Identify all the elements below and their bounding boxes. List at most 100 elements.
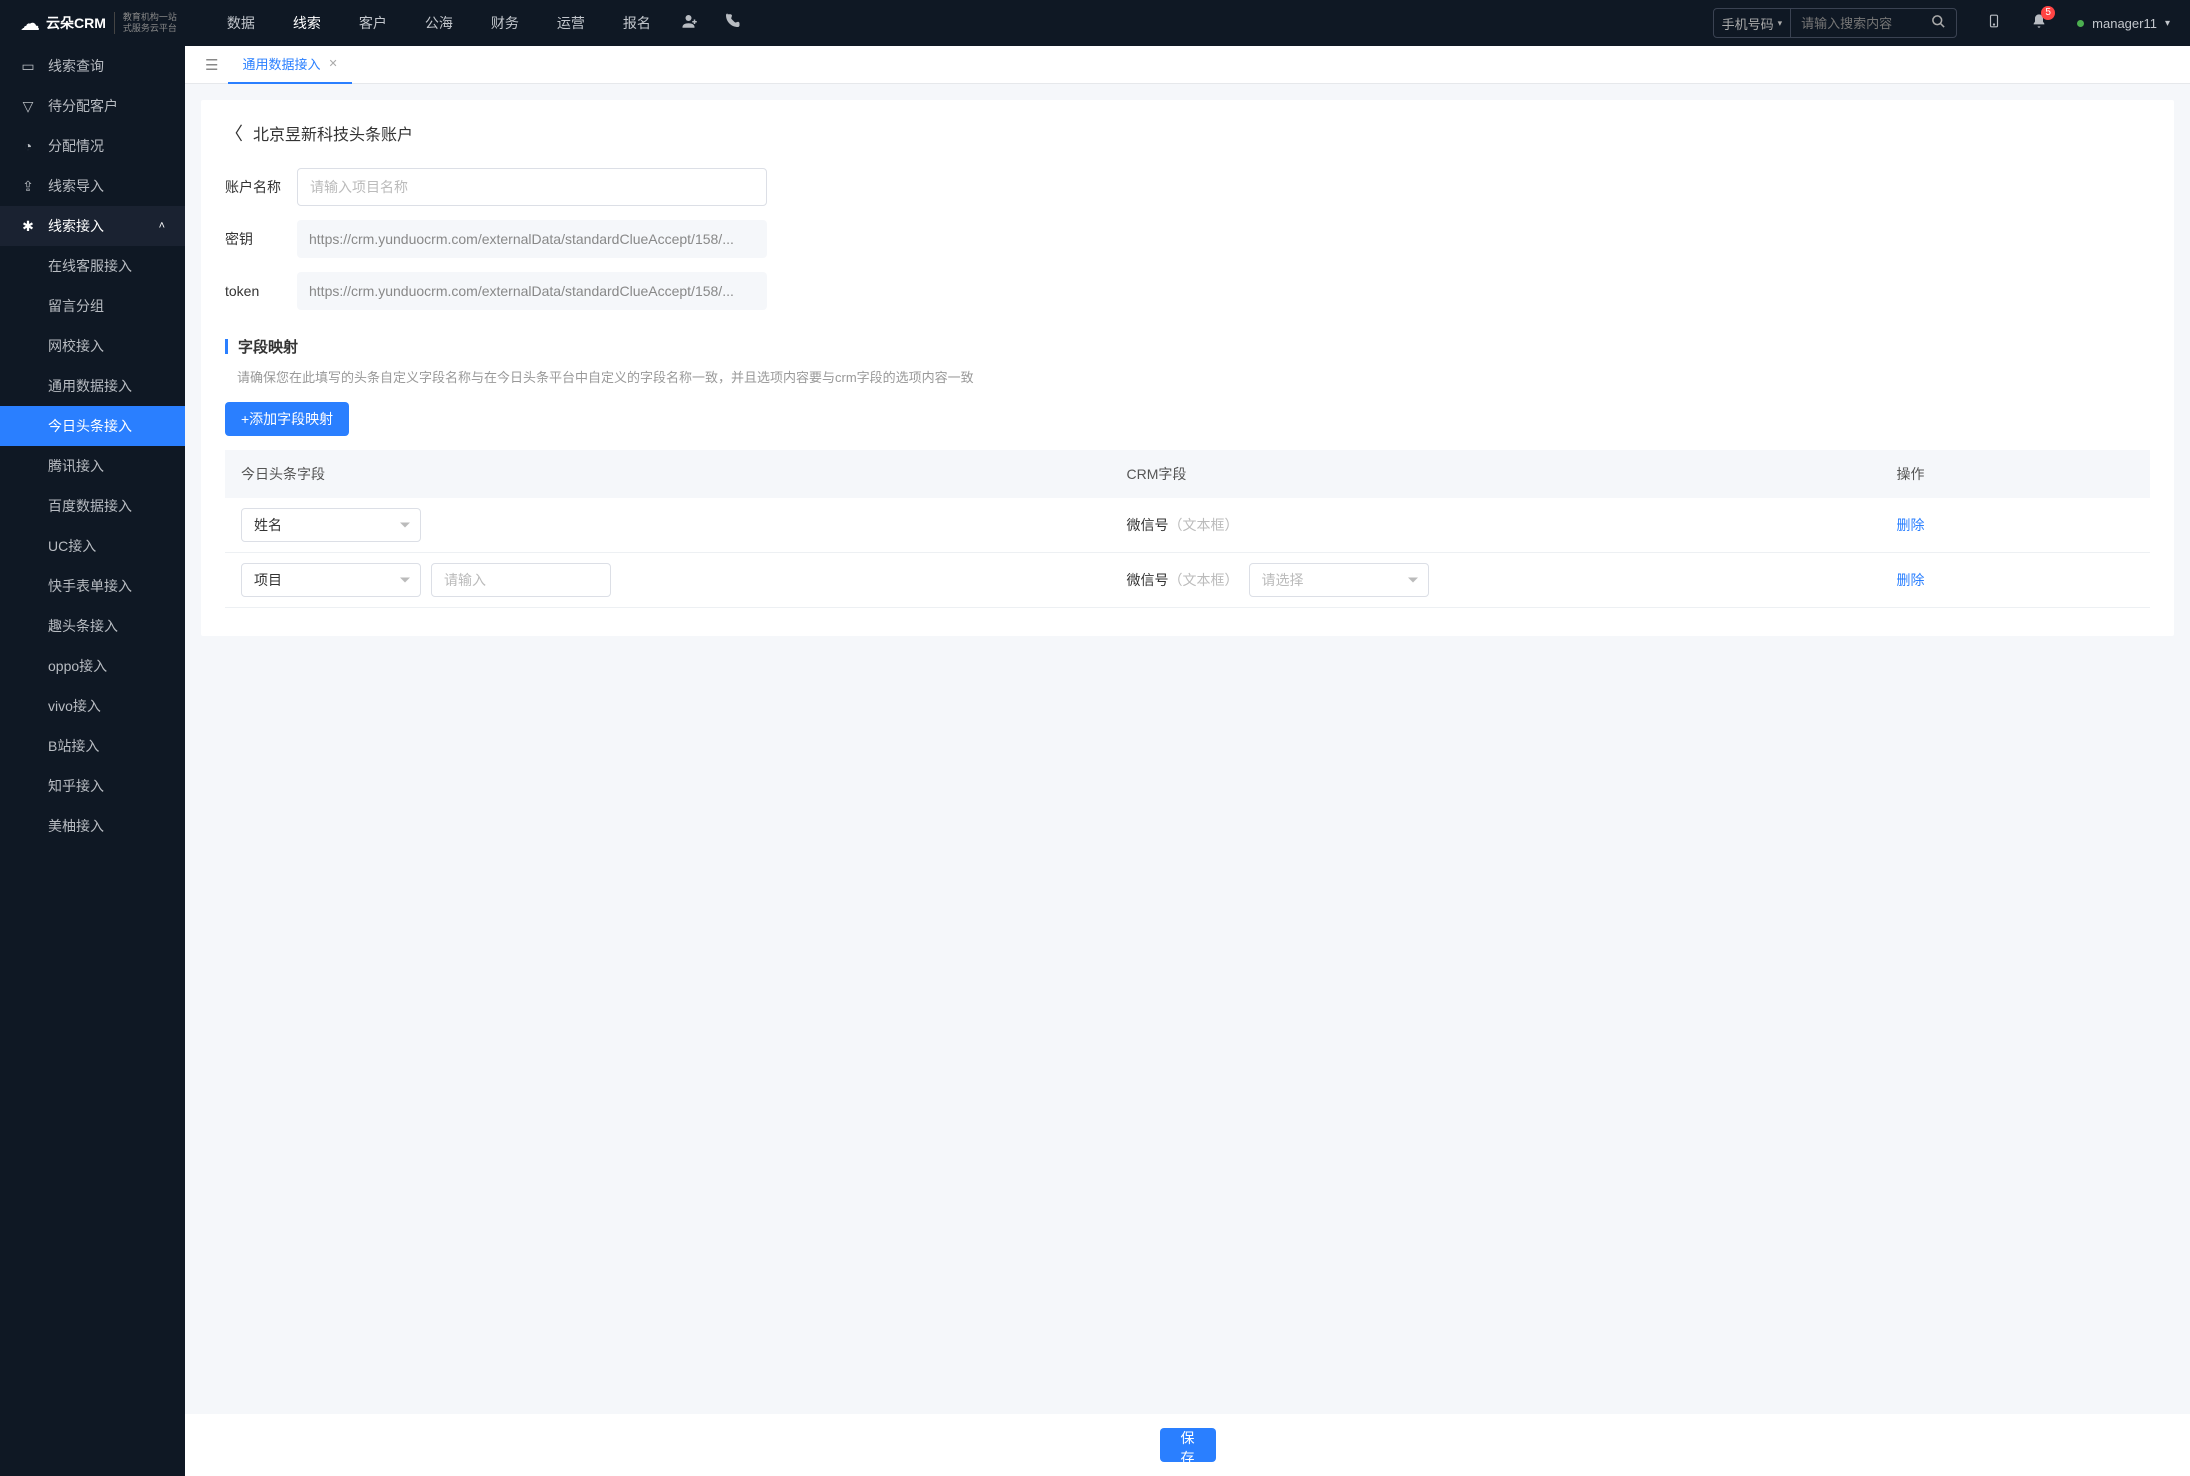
chevron-down-icon: ▾ [1778,18,1783,29]
sidebar-sub-item[interactable]: 百度数据接入 [0,486,185,526]
chevron-down-icon: ▾ [2165,18,2170,29]
sidebar-sub-item[interactable]: B站接入 [0,726,185,766]
sidebar-sub-item[interactable]: 在线客服接入 [0,246,185,286]
search-input[interactable] [1791,16,1921,31]
status-dot-icon [2077,20,2084,27]
sidebar-icon: ⇪ [20,178,36,195]
toggle-sidebar-icon[interactable]: ☰ [195,56,228,74]
field-name-input[interactable] [431,563,611,597]
sidebar-item[interactable]: ◔ 分配情况 [0,126,185,166]
th-crm-field: CRM字段 [1111,450,1881,498]
search-box: 手机号码▾ [1713,8,1958,38]
page-title: 北京昱新科技头条账户 [253,121,413,145]
sidebar-sub-item[interactable]: oppo接入 [0,646,185,686]
toutiao-field-select[interactable]: 项目 [241,563,421,597]
sidebar-icon: ▽ [20,98,36,115]
sidebar-icon: ▭ [20,58,36,75]
back-icon[interactable]: 〈 [225,120,243,146]
sidebar-item[interactable]: ✱ 线索接入 ˄ [0,206,185,246]
nav-item[interactable]: 报名 [623,13,651,33]
section-desc: 请确保您在此填写的头条自定义字段名称与在今日头条平台中自定义的字段名称一致，并且… [225,367,2150,386]
section-title: 字段映射 [225,336,2150,357]
tab-general-data[interactable]: 通用数据接入 ✕ [228,46,351,84]
sidebar: ▭ 线索查询 ▽ 待分配客户 ◔ 分配情况 ⇪ 线索导入 ✱ 线索接入 ˄ 在线客服接入留言分组网校接… [0,46,185,1476]
nav-item[interactable]: 财务 [491,13,519,33]
nav-item[interactable]: 线索 [293,13,321,33]
content: 〈 北京昱新科技头条账户 账户名称 密钥 https://crm.yunduoc… [185,84,2190,1414]
sidebar-item[interactable]: ▭ 线索查询 [0,46,185,86]
user-plus-icon[interactable] [681,12,699,35]
sidebar-sub-item[interactable]: UC接入 [0,526,185,566]
search-icon[interactable] [1921,14,1956,32]
sidebar-icon: ✱ [20,218,36,235]
logo[interactable]: ☁ 云朵CRM 教育机构一站 式服务云平台 [20,11,177,36]
sidebar-item-label: 分配情况 [48,136,104,156]
field-mapping-table: 今日头条字段 CRM字段 操作 姓名微信号（文本框）删除项目微信号（文本框）请选… [225,450,2150,608]
table-row: 项目 微信号（文本框） 请选择 删除 [225,553,2150,608]
user-menu[interactable]: manager11 ▾ [2077,16,2170,31]
name-label: 账户名称 [225,177,297,197]
bell-icon[interactable]: 5 [2031,12,2047,35]
close-icon[interactable]: ✕ [328,57,337,70]
nav-item[interactable]: 公海 [425,13,453,33]
page-header: 〈 北京昱新科技头条账户 [225,120,2150,146]
top-header: ☁ 云朵CRM 教育机构一站 式服务云平台 数据 线索 客户 公海 财务 运营 报名 手机号… [0,0,2190,46]
sidebar-sub-item[interactable]: 快手表单接入 [0,566,185,606]
sidebar-sub-item[interactable]: 趣头条接入 [0,606,185,646]
toutiao-field-select[interactable]: 姓名 [241,508,421,542]
logo-text: 云朵CRM [46,13,106,33]
sidebar-item-label: 线索接入 [48,216,104,236]
logo-subtitle: 教育机构一站 式服务云平台 [114,12,177,34]
search-type-select[interactable]: 手机号码▾ [1714,9,1792,37]
sidebar-item-label: 线索查询 [48,56,104,76]
table-row: 姓名 微信号（文本框） 删除 [225,498,2150,553]
sidebar-sub-item[interactable]: 今日头条接入 [0,406,185,446]
header-right: 手机号码▾ 5 manager11 ▾ [1713,8,2170,38]
notification-badge: 5 [2041,6,2055,20]
sidebar-sub-item[interactable]: 留言分组 [0,286,185,326]
nav-item[interactable]: 运营 [557,13,585,33]
sidebar-item[interactable]: ▽ 待分配客户 [0,86,185,126]
nav-item[interactable]: 客户 [359,13,387,33]
delete-link[interactable]: 删除 [1897,572,1925,588]
sidebar-icon: ◔ [20,138,36,154]
th-action: 操作 [1881,450,2151,498]
token-label: token [225,283,297,299]
main-area: ☰ 通用数据接入 ✕ 〈 北京昱新科技头条账户 账户名称 密钥 https://… [185,46,2190,1476]
sidebar-sub-item[interactable]: 通用数据接入 [0,366,185,406]
save-bar: 保存 [185,1414,2190,1476]
account-name-input[interactable] [297,168,767,206]
phone-icon[interactable] [723,12,741,35]
form-row-token: token https://crm.yunduocrm.com/external… [225,272,2150,310]
crm-option-select[interactable]: 请选择 [1249,563,1429,597]
nav-item[interactable]: 数据 [227,13,255,33]
crm-field-label: 微信号（文本框） [1127,570,1239,590]
header-shortcut-icons [681,12,741,35]
card: 〈 北京昱新科技头条账户 账户名称 密钥 https://crm.yunduoc… [201,100,2174,636]
username: manager11 [2092,16,2157,31]
mobile-icon[interactable] [1987,12,2001,35]
secret-label: 密钥 [225,229,297,249]
top-nav: 数据 线索 客户 公海 财务 运营 报名 [227,13,651,33]
sidebar-sub-item[interactable]: 腾讯接入 [0,446,185,486]
sidebar-sub-item[interactable]: 知乎接入 [0,766,185,806]
sidebar-sub-item[interactable]: vivo接入 [0,686,185,726]
sidebar-sub-item[interactable]: 网校接入 [0,326,185,366]
tab-bar: ☰ 通用数据接入 ✕ [185,46,2190,84]
delete-link[interactable]: 删除 [1897,517,1925,533]
secret-value[interactable]: https://crm.yunduocrm.com/externalData/s… [297,220,767,258]
sidebar-item-label: 待分配客户 [48,96,118,116]
cloud-icon: ☁ [20,11,40,36]
token-value[interactable]: https://crm.yunduocrm.com/externalData/s… [297,272,767,310]
crm-field-label: 微信号（文本框） [1127,515,1239,535]
form-row-secret: 密钥 https://crm.yunduocrm.com/externalDat… [225,220,2150,258]
form-row-name: 账户名称 [225,168,2150,206]
add-field-mapping-button[interactable]: +添加字段映射 [225,402,349,436]
sidebar-item-label: 线索导入 [48,176,104,196]
save-button[interactable]: 保存 [1160,1428,1216,1462]
sidebar-sub-item[interactable]: 美柚接入 [0,806,185,846]
th-toutiao-field: 今日头条字段 [225,450,1111,498]
sidebar-item[interactable]: ⇪ 线索导入 [0,166,185,206]
chevron-icon: ˄ [159,220,165,232]
tab-label: 通用数据接入 [242,54,320,73]
